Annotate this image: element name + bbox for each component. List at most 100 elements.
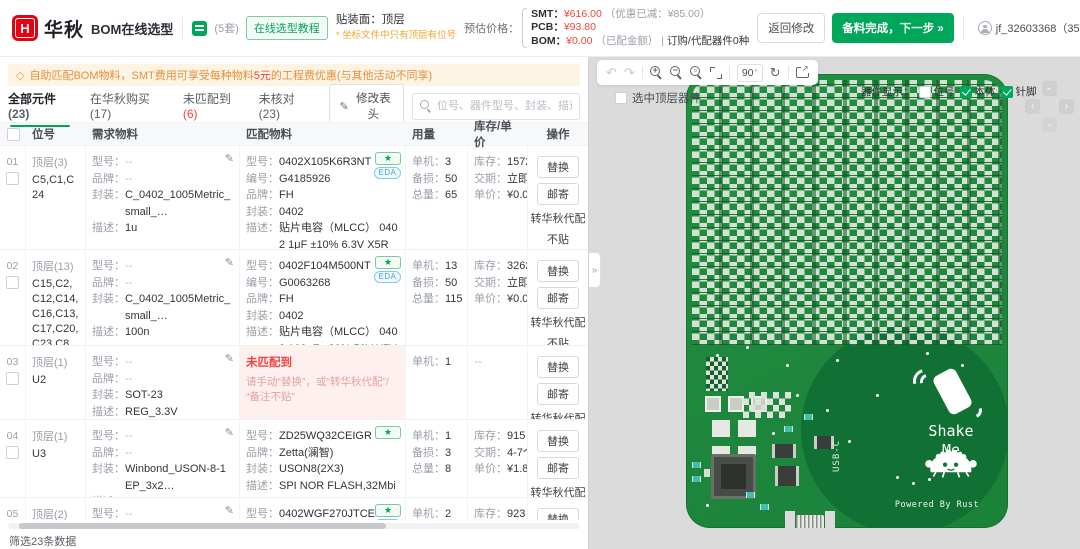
table-row: 05 顶层(2)R7,R8 ✎ 型号：-- 品牌：-- 封装：R_0402_10… xyxy=(0,498,588,520)
edit-demand-icon[interactable]: ✎ xyxy=(225,256,234,269)
select-all-checkbox[interactable] xyxy=(7,128,20,141)
mount-side-label: 贴装面：顶层 xyxy=(336,14,456,27)
bom-selection-app: H 华秋 BOM在线选型 2f89b5c7-e7ee-472b-9f28-000… xyxy=(0,0,1080,549)
bom-price-line: BOM：¥0.00 （已配金额） | 订购/代配器件0种 xyxy=(531,35,749,49)
search-box[interactable] xyxy=(412,93,580,120)
bom-extra: （已配金额） xyxy=(595,35,658,47)
body-checkbox[interactable] xyxy=(960,86,972,98)
pcb-price-line: PCB：¥93.80 xyxy=(531,21,749,35)
pcb-canvas[interactable]: USB-C Shake Me xyxy=(686,74,1008,528)
huaqiu-proxy-link[interactable]: 转华秋代配 xyxy=(531,410,586,419)
user-account[interactable]: jf_32603368（3573453） xyxy=(978,20,1080,36)
redo-icon[interactable]: ↷ xyxy=(624,66,635,79)
pcb-ic-chip xyxy=(814,436,834,449)
usb-c-silkscreen-label: USB-C xyxy=(832,440,842,472)
zoom-region-icon[interactable]: ▫ xyxy=(690,66,703,79)
pins-checkbox[interactable] xyxy=(1001,86,1013,98)
brand-name: 华秋 xyxy=(44,15,84,42)
fit-screen-icon[interactable] xyxy=(710,67,722,79)
mail-button[interactable]: 邮寄 xyxy=(537,457,579,479)
preview-toolbar: ↶ ↷ + − ▫ 90° ↻ xyxy=(597,60,818,85)
unmatched-title: 未匹配到 xyxy=(246,354,399,370)
no-mount-link[interactable]: 不贴 xyxy=(547,335,569,345)
panel-collapse-handle[interactable]: » xyxy=(589,252,601,288)
price-estimate: 预估价格： SMT：¥616.00 （优惠已减：¥85.00） PCB：¥93.… xyxy=(464,8,749,49)
pan-right-button[interactable]: › xyxy=(1059,99,1074,114)
edit-demand-icon[interactable]: ✎ xyxy=(225,504,234,517)
search-input[interactable] xyxy=(437,100,572,112)
replace-button[interactable]: 替换 xyxy=(537,156,579,178)
pcb-led-matrix xyxy=(692,80,1002,345)
huaqiu-proxy-link[interactable]: 转华秋代配 xyxy=(531,314,586,330)
estimate-label: 预估价格： xyxy=(464,20,519,36)
zoom-out-icon[interactable]: − xyxy=(670,66,683,79)
pcb-value: ¥93.80 xyxy=(564,21,596,33)
replace-button[interactable]: 替换 xyxy=(537,430,579,452)
undo-icon[interactable]: ↶ xyxy=(606,66,617,79)
price-lines: SMT：¥616.00 （优惠已减：¥85.00） PCB：¥93.80 BOM… xyxy=(531,8,749,49)
mail-button[interactable]: 邮寄 xyxy=(537,383,579,405)
rotation-angle-input[interactable]: 90° xyxy=(737,64,763,82)
edit-demand-icon[interactable]: ✎ xyxy=(225,426,234,439)
divider xyxy=(963,17,964,39)
pcb-preview-panel: ↶ ↷ + − ▫ 90° ↻ 选中顶层器件 xyxy=(588,57,1080,549)
mail-button[interactable]: 邮寄 xyxy=(537,287,579,309)
bom-label: BOM： xyxy=(531,35,566,47)
smt-label: SMT： xyxy=(531,8,564,20)
next-step-button[interactable]: 备料完成，下一步 » xyxy=(832,13,954,43)
export-image-icon[interactable] xyxy=(796,67,809,78)
star-badge: ★ xyxy=(375,504,401,517)
col-header-usage: 用量 xyxy=(406,126,468,142)
huaqiu-proxy-link[interactable]: 转华秋代配 xyxy=(531,210,586,226)
select-top-checkbox[interactable] xyxy=(615,92,627,104)
no-mount-link[interactable]: 不贴 xyxy=(547,231,569,247)
pan-left-button[interactable]: ‹ xyxy=(1025,99,1040,114)
mail-button[interactable]: 邮寄 xyxy=(537,183,579,205)
bom-panel: ◇ 自助匹配BOM物料，SMT费用可享受每种物料5元的工程费优惠(与其他活动不同… xyxy=(0,57,588,549)
pan-up-button[interactable]: › xyxy=(1042,81,1057,96)
main-split: ◇ 自助匹配BOM物料，SMT费用可享受每种物料5元的工程费优惠(与其他活动不同… xyxy=(0,57,1080,549)
table-row: 01 顶层(3)C5,C1,C24 ✎ 型号：-- 品牌：-- 封装：C_040… xyxy=(0,146,588,250)
pcb-edge-notch xyxy=(825,511,835,528)
tutorial-button[interactable]: 在线选型教程 xyxy=(246,16,328,40)
tab-unchecked[interactable]: 未核对(23) xyxy=(259,82,312,130)
bom-value: ¥0.00 xyxy=(566,35,592,47)
row-checkbox[interactable] xyxy=(6,446,19,459)
replace-button[interactable]: 替换 xyxy=(537,356,579,378)
edit-demand-icon[interactable]: ✎ xyxy=(225,152,234,165)
pencil-icon: ✎ xyxy=(339,100,348,113)
row-refs: C5,C1,C24 xyxy=(32,173,79,203)
scrollbar-thumb[interactable] xyxy=(19,523,385,529)
designator-checkbox[interactable] xyxy=(919,86,931,98)
ferris-crab-icon xyxy=(924,446,978,480)
pcb-label: PCB： xyxy=(531,21,564,33)
pan-down-button[interactable]: › xyxy=(1042,117,1057,132)
rotate-icon[interactable]: ↻ xyxy=(770,66,781,79)
tab-buy-on-huaqiu[interactable]: 在华秋购买(17) xyxy=(90,82,165,130)
toggle-body[interactable]: 本体 xyxy=(960,84,996,99)
promo-icon: ◇ xyxy=(16,69,24,82)
row-checkbox[interactable] xyxy=(6,372,19,385)
promo-text: 自助匹配BOM物料，SMT费用可享受每种物料5元的工程费优惠(与其他活动不同享) xyxy=(29,67,432,83)
select-top-label: 选中顶层器件 xyxy=(632,90,701,106)
shake-phone-icon xyxy=(918,366,988,424)
unmatched-hint: 请手动“替换”，或“转华秋代配”/“备注不贴” xyxy=(246,375,399,405)
row-checkbox[interactable] xyxy=(6,172,19,185)
edit-demand-icon[interactable]: ✎ xyxy=(225,352,234,365)
toggle-designator[interactable]: 位号 xyxy=(919,84,955,99)
horizontal-scrollbar xyxy=(8,522,580,530)
select-top-layer-option[interactable]: 选中顶层器件 xyxy=(615,90,701,106)
huaqiu-proxy-link[interactable]: 转华秋代配 xyxy=(531,484,586,497)
row-checkbox[interactable] xyxy=(6,276,19,289)
tab-unmatched[interactable]: 未匹配到(6) xyxy=(183,82,241,130)
replace-button[interactable]: 替换 xyxy=(537,260,579,282)
zoom-in-icon[interactable]: + xyxy=(650,66,663,79)
back-edit-button[interactable]: 返回修改 xyxy=(757,13,825,43)
pcb-capacitor xyxy=(692,476,701,482)
mount-side-info: 贴装面：顶层 * 坐标文件中只有顶层有位号 xyxy=(336,14,456,42)
tab-all-components[interactable]: 全部元件(23) xyxy=(8,82,72,130)
row-index: 01 xyxy=(7,156,19,168)
star-badge: ★ xyxy=(375,256,401,269)
display-toggle-group: 器件显示： 位号 本体 针脚 xyxy=(861,84,1037,99)
replace-button[interactable]: 替换 xyxy=(537,508,579,520)
